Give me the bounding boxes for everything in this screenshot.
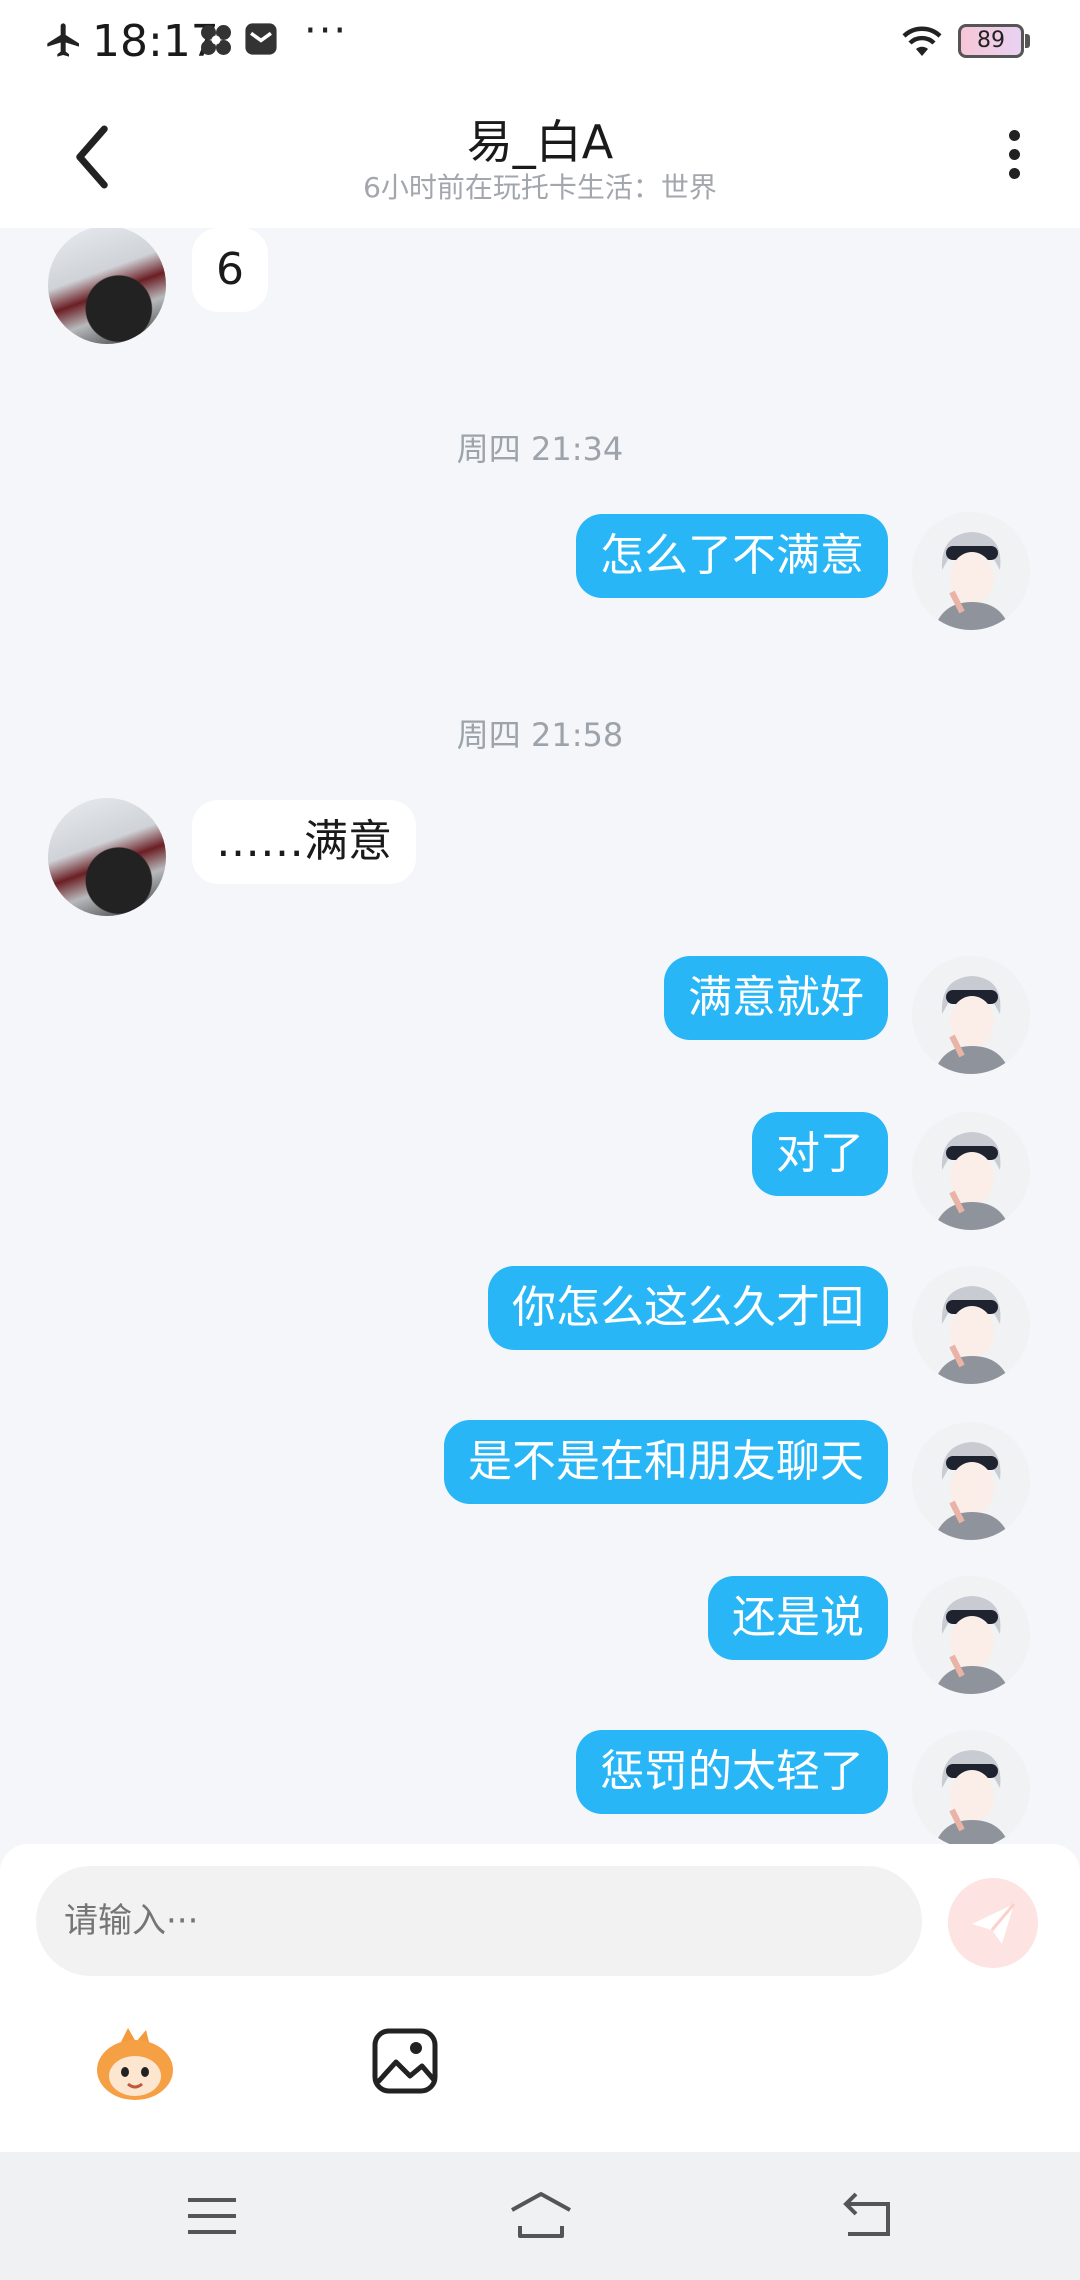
more-notifications: ··· xyxy=(304,8,349,54)
status-bar: 18:17 ··· 89 xyxy=(0,0,1080,82)
contact-avatar[interactable] xyxy=(48,228,166,344)
contact-avatar[interactable] xyxy=(48,798,166,916)
message-input[interactable] xyxy=(36,1866,922,1976)
system-nav-bar xyxy=(0,2152,1080,2280)
my-avatar[interactable] xyxy=(912,512,1030,630)
emoji-icon[interactable] xyxy=(90,2024,180,2104)
message-bubble-sent[interactable]: 惩罚的太轻了 xyxy=(576,1730,888,1814)
image-icon[interactable] xyxy=(370,2026,440,2096)
my-avatar[interactable] xyxy=(912,1112,1030,1230)
back-icon[interactable] xyxy=(838,2188,898,2244)
airplane-icon xyxy=(47,23,79,57)
home-icon[interactable] xyxy=(506,2188,576,2244)
message-bubble-sent[interactable]: 是不是在和朋友聊天 xyxy=(444,1420,888,1504)
message-bubble-sent[interactable]: 对了 xyxy=(752,1112,888,1196)
app-icon xyxy=(201,25,231,55)
message-icon xyxy=(245,23,277,55)
chat-header: 易_白A 6小时前在玩托卡生活：世界 xyxy=(0,82,1080,228)
more-vert-icon[interactable] xyxy=(994,122,1034,192)
contact-name: 易_白A xyxy=(466,115,614,169)
wifi-icon xyxy=(902,26,942,56)
timestamp: 周四 21:58 xyxy=(456,716,624,754)
message-bubble-sent[interactable]: 怎么了不满意 xyxy=(576,514,888,598)
message-list[interactable]: 6 周四 21:34 怎么了不满意 周四 21:58 ……满意 满意就好 对了 … xyxy=(0,228,1080,1844)
message-bubble-received[interactable]: 6 xyxy=(192,228,268,312)
my-avatar[interactable] xyxy=(912,956,1030,1074)
send-icon xyxy=(972,1903,1016,1944)
my-avatar[interactable] xyxy=(912,1576,1030,1694)
send-button[interactable] xyxy=(948,1878,1038,1968)
my-avatar[interactable] xyxy=(912,1730,1030,1844)
my-avatar[interactable] xyxy=(912,1422,1030,1540)
menu-icon[interactable] xyxy=(182,2188,242,2244)
message-bubble-received[interactable]: ……满意 xyxy=(192,800,416,884)
battery-level: 89 xyxy=(977,28,1005,53)
message-bubble-sent[interactable]: 还是说 xyxy=(708,1576,888,1660)
my-avatar[interactable] xyxy=(912,1266,1030,1384)
message-bubble-sent[interactable]: 你怎么这么久才回 xyxy=(488,1266,888,1350)
battery-icon: 89 xyxy=(958,24,1030,58)
message-bubble-sent[interactable]: 满意就好 xyxy=(664,956,888,1040)
composer xyxy=(0,1844,1080,2152)
timestamp: 周四 21:34 xyxy=(456,430,624,468)
contact-status: 6小时前在玩托卡生活：世界 xyxy=(363,171,717,204)
